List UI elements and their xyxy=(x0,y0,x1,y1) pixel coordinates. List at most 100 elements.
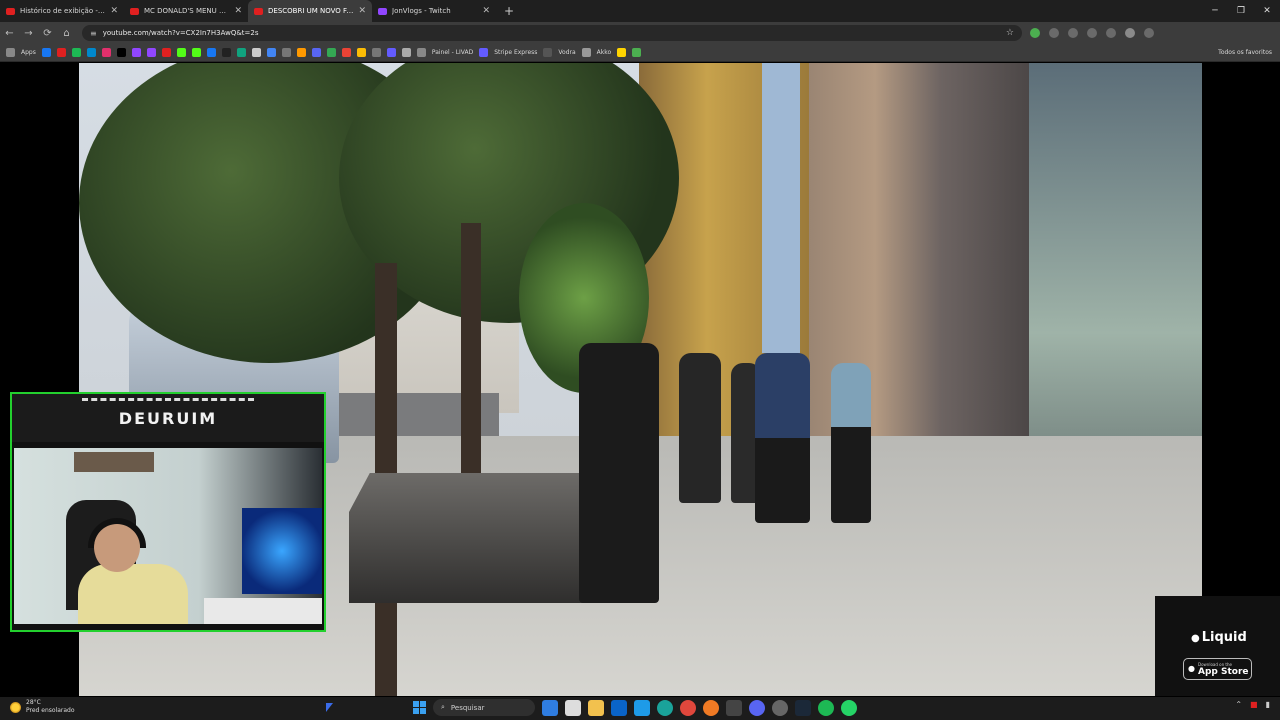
apple-icon: ● xyxy=(1188,664,1195,673)
mouse-cursor xyxy=(326,703,333,712)
bookmark-icon[interactable] xyxy=(356,48,366,57)
bookmark-icon[interactable] xyxy=(101,48,111,57)
extension-icon[interactable] xyxy=(1049,28,1059,38)
bookmark-icon[interactable] xyxy=(311,48,321,57)
apps-grid-icon[interactable] xyxy=(6,48,15,57)
maximize-icon[interactable]: ❐ xyxy=(1228,6,1254,16)
extension-icon[interactable] xyxy=(1087,28,1097,38)
bookmark-icon[interactable] xyxy=(401,48,411,57)
bookmark-icon[interactable] xyxy=(86,48,96,57)
tree-trunk xyxy=(461,223,481,483)
site-info-icon[interactable]: ≡ xyxy=(90,29,97,38)
bookmark-akko[interactable]: Akko xyxy=(597,49,612,56)
store-icon[interactable] xyxy=(634,699,650,716)
all-bookmarks-folder[interactable]: Todos os favoritos xyxy=(1218,49,1280,56)
bookmark-icon xyxy=(543,48,553,57)
tab-history[interactable]: Histórico de exibição - YouTube ✕ xyxy=(0,0,124,22)
bookmark-icon[interactable] xyxy=(161,48,171,57)
bookmark-icon[interactable] xyxy=(386,48,396,57)
bookmark-star-icon[interactable]: ☆ xyxy=(1006,28,1014,38)
tab-title: MC DONALD'S MENU GLOBAL xyxy=(144,7,229,15)
home-icon[interactable]: ⌂ xyxy=(57,28,76,39)
tray-chevron-icon[interactable]: ⌃ xyxy=(1235,700,1242,709)
bookmark-painel[interactable]: Painel - LIVAD xyxy=(432,49,473,56)
bookmark-icon[interactable] xyxy=(632,48,642,57)
whatsapp-icon[interactable] xyxy=(841,699,857,716)
weather-widget[interactable]: 28°C Pred ensolarado xyxy=(10,699,75,715)
bookmark-icon[interactable] xyxy=(41,48,51,57)
bookmark-icon[interactable] xyxy=(146,48,156,57)
url-field[interactable]: ≡ youtube.com/watch?v=CX2In7H3AwQ&t=2s ☆ xyxy=(82,25,1022,41)
tab-twitch[interactable]: JonVlogs - Twitch ✕ xyxy=(372,0,496,22)
bookmark-vodra[interactable]: Vodra xyxy=(558,49,575,56)
reload-icon[interactable]: ⟳ xyxy=(38,28,57,39)
bookmark-icon[interactable] xyxy=(71,48,81,57)
task-view-icon[interactable] xyxy=(565,699,581,716)
app-store-badge[interactable]: ● Download on the App Store xyxy=(1183,658,1252,680)
bookmark-apps[interactable]: Apps xyxy=(21,49,36,56)
back-icon[interactable]: ← xyxy=(0,28,19,39)
weather-temp: 28°C xyxy=(26,699,41,706)
download-icon[interactable] xyxy=(1106,28,1116,38)
edge-icon[interactable] xyxy=(657,699,673,716)
bookmark-icon[interactable] xyxy=(56,48,66,57)
profile-avatar[interactable] xyxy=(1125,28,1135,38)
app-icon[interactable] xyxy=(772,699,788,716)
bookmark-icon[interactable] xyxy=(617,48,627,57)
twitch-icon xyxy=(378,7,387,15)
windows-start-icon[interactable] xyxy=(413,701,426,714)
webcam-feed xyxy=(14,448,322,624)
extension-icon[interactable] xyxy=(1030,28,1040,38)
taskbar-search[interactable]: ⌕ Pesquisar xyxy=(433,699,535,716)
liquid-ad-overlay[interactable]: Liquid ● Download on the App Store xyxy=(1155,596,1280,696)
system-tray: ⌃ ■ ▮ xyxy=(1235,700,1280,709)
close-icon[interactable]: ✕ xyxy=(110,6,118,16)
bookmark-icon[interactable] xyxy=(191,48,201,57)
bookmark-icon[interactable] xyxy=(221,48,231,57)
bookmark-icon[interactable] xyxy=(251,48,261,57)
copilot-icon[interactable] xyxy=(542,699,558,716)
bookmark-icon[interactable] xyxy=(416,48,426,57)
bookmark-stripe[interactable]: Stripe Express xyxy=(494,49,537,56)
tray-app-icon[interactable]: ■ xyxy=(1250,700,1258,709)
pedestrian xyxy=(679,353,721,503)
youtube-icon xyxy=(6,7,15,15)
bookmark-icon[interactable] xyxy=(341,48,351,57)
new-tab-button[interactable]: + xyxy=(504,4,514,18)
battery-icon[interactable]: ▮ xyxy=(1266,700,1270,709)
outlook-icon[interactable] xyxy=(611,699,627,716)
tab-strip: Histórico de exibição - YouTube ✕ MC DON… xyxy=(0,0,1280,22)
spotify-icon[interactable] xyxy=(818,699,834,716)
rgb-pc xyxy=(242,508,322,594)
pedestrian xyxy=(831,363,871,523)
bookmark-icon[interactable] xyxy=(236,48,246,57)
extension-icon[interactable] xyxy=(1068,28,1078,38)
bookmark-icon[interactable] xyxy=(131,48,141,57)
bookmark-icon[interactable] xyxy=(206,48,216,57)
bookmark-icon[interactable] xyxy=(281,48,291,57)
bookmark-icon[interactable] xyxy=(116,48,126,57)
menu-icon[interactable] xyxy=(1144,28,1154,38)
forward-icon[interactable]: → xyxy=(19,28,38,39)
tab-mcdonalds[interactable]: MC DONALD'S MENU GLOBAL ✕ xyxy=(124,0,248,22)
chrome-icon[interactable] xyxy=(680,699,696,716)
close-icon[interactable]: ✕ xyxy=(482,6,490,16)
discord-icon[interactable] xyxy=(749,699,765,716)
close-window-icon[interactable]: ✕ xyxy=(1254,6,1280,16)
sun-icon xyxy=(10,701,21,713)
app-icon[interactable] xyxy=(726,699,742,716)
pedestrian xyxy=(755,353,810,523)
bookmark-icon[interactable] xyxy=(266,48,276,57)
bookmark-icon[interactable] xyxy=(371,48,381,57)
minimize-icon[interactable]: ─ xyxy=(1202,6,1228,16)
steam-icon[interactable] xyxy=(795,699,811,716)
close-icon[interactable]: ✕ xyxy=(358,6,366,16)
firefox-icon[interactable] xyxy=(703,699,719,716)
bookmark-icon[interactable] xyxy=(296,48,306,57)
bookmark-icon[interactable] xyxy=(326,48,336,57)
tab-active-video[interactable]: DESCOBRI UM NOVO FAST ✕ xyxy=(248,0,372,22)
bookmark-icon[interactable] xyxy=(176,48,186,57)
file-explorer-icon[interactable] xyxy=(588,699,604,716)
streamer-name: DEURUIM xyxy=(12,394,324,442)
close-icon[interactable]: ✕ xyxy=(234,6,242,16)
